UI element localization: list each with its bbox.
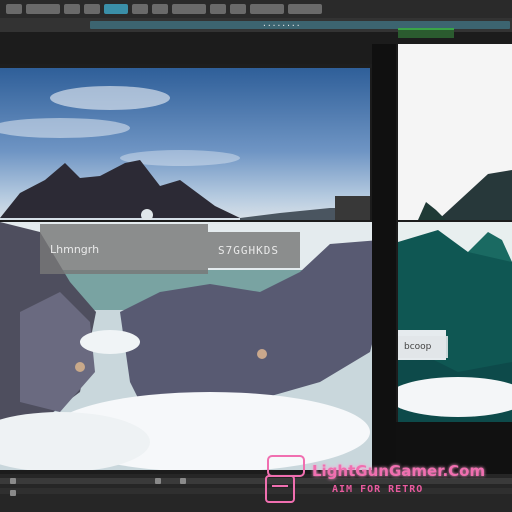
menu-item[interactable] <box>172 4 206 14</box>
white-panel-image <box>418 170 512 220</box>
menu-item[interactable] <box>230 4 246 14</box>
menu-bar <box>0 0 512 18</box>
tab-active[interactable] <box>398 28 454 38</box>
teal-label-box: bcoop <box>398 336 448 358</box>
canvas-teal-panel[interactable]: bcoop <box>398 222 512 422</box>
arcade-cabinet-icon <box>265 455 305 503</box>
menu-item[interactable] <box>250 4 284 14</box>
menu-item[interactable] <box>152 4 168 14</box>
panel-divider[interactable] <box>372 44 396 474</box>
menu-item[interactable] <box>288 4 322 14</box>
watermark-subtitle: AIM FOR RETRO <box>332 484 424 495</box>
menu-item[interactable] <box>26 4 60 14</box>
watermark-title: LightGunGamer.Com <box>312 462 486 480</box>
timeline-handle[interactable] <box>180 478 186 484</box>
menu-item[interactable] <box>210 4 226 14</box>
timeline-handle[interactable] <box>155 478 161 484</box>
teal-cliff-image <box>398 222 512 417</box>
teal-label: bcoop <box>404 342 432 352</box>
menu-item[interactable] <box>132 4 148 14</box>
canvas-rocks-panel[interactable]: Lhmngrh S7GGHKDS <box>0 222 388 470</box>
rock-label-box: Lhmngrh <box>40 224 208 274</box>
sky-mountain-image <box>0 86 370 220</box>
watermark-logo: LightGunGamer.Com AIM FOR RETRO <box>262 446 512 510</box>
rock-code: S7GGHKDS <box>218 243 279 257</box>
canvas-white-panel[interactable] <box>398 44 512 220</box>
rock-label: Lhmngrh <box>50 242 100 256</box>
canvas-sky-panel[interactable] <box>0 68 370 220</box>
menu-item[interactable] <box>6 4 22 14</box>
menu-item-active[interactable] <box>104 4 128 14</box>
timeline-handle[interactable] <box>10 478 16 484</box>
menu-item[interactable] <box>84 4 100 14</box>
rock-code-box: S7GGHKDS <box>208 232 300 268</box>
timeline-handle[interactable] <box>10 490 16 496</box>
menu-item[interactable] <box>64 4 80 14</box>
options-strip-label: ........ <box>262 19 301 28</box>
